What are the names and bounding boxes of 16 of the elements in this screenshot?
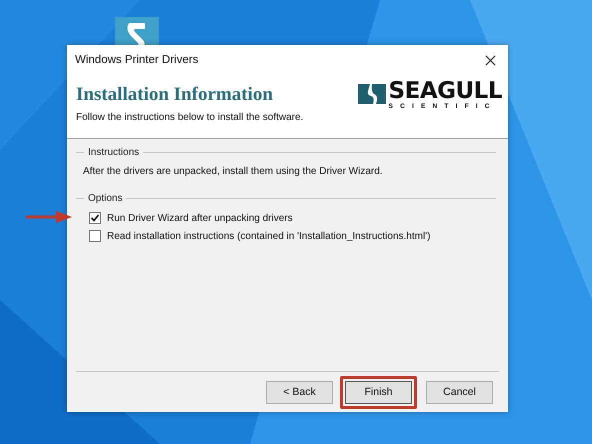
dialog-button[interactable]: Cancel bbox=[426, 380, 493, 404]
window-title: Windows Printer Drivers bbox=[75, 54, 198, 66]
group-label: Options bbox=[88, 193, 122, 204]
logo-name: SEAGULL bbox=[388, 80, 502, 102]
group-label: Instructions bbox=[88, 147, 140, 158]
option-label: Read installation instructions (contained in 'Installation_Instructions.html') bbox=[107, 230, 430, 242]
dialog-button[interactable]: < Back bbox=[266, 380, 333, 404]
checkbox[interactable] bbox=[89, 230, 101, 242]
logo-icon bbox=[358, 82, 386, 106]
option-label: Run Driver Wizard after unpacking drivers bbox=[107, 212, 293, 224]
checkbox[interactable] bbox=[89, 212, 101, 224]
page-subtitle: Follow the instructions below to install the software. bbox=[76, 112, 304, 123]
instructions-text: After the drivers are unpacked, install them using the Driver Wizard. bbox=[83, 166, 384, 177]
page-heading: Installation Information bbox=[76, 84, 274, 106]
dialog-button[interactable]: Finish bbox=[345, 380, 412, 404]
close-icon[interactable] bbox=[485, 54, 496, 66]
